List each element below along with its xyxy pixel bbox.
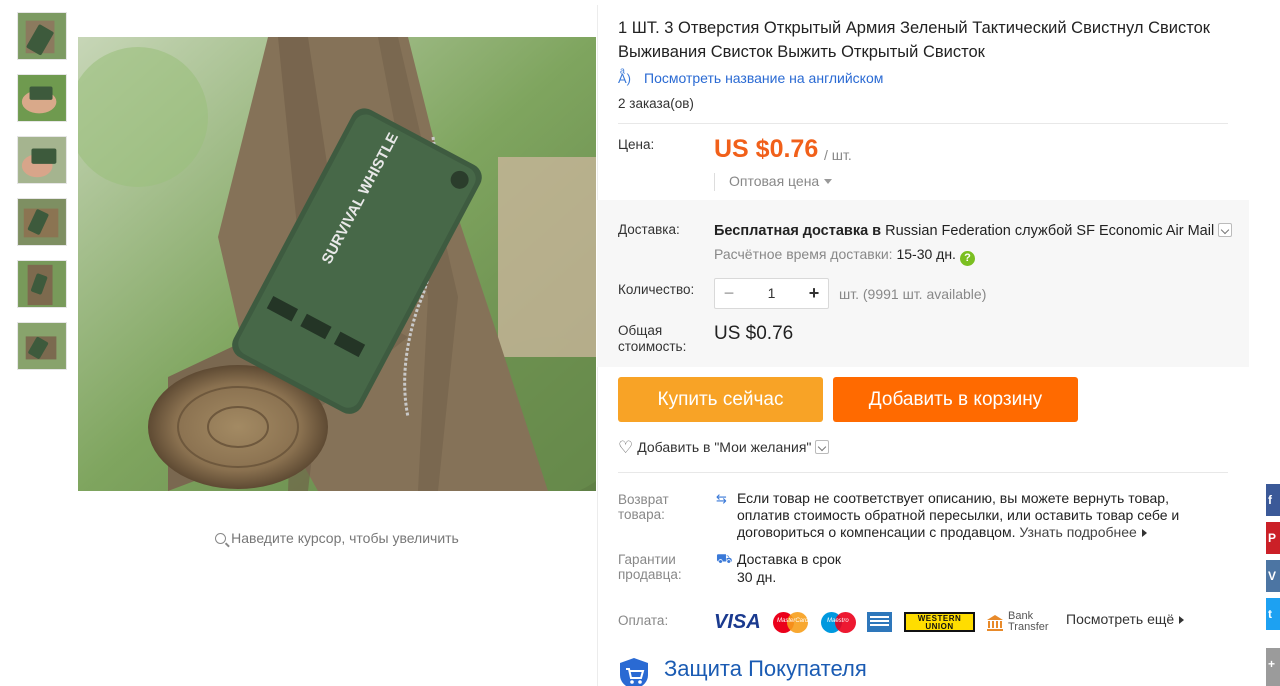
wholesale-label: Оптовая цена	[729, 173, 820, 189]
maestro-text: Maestro	[827, 618, 849, 624]
returns-text: Если товар не соответствует описанию, вы…	[737, 490, 1217, 541]
shipping-carrier: SF Economic Air Mail	[1076, 223, 1215, 239]
whistle-photo: SURVIVAL WHISTLE	[78, 37, 596, 491]
caret-down-icon	[824, 179, 833, 184]
thumbnail-list	[17, 12, 69, 384]
share-more-button[interactable]: +	[1266, 648, 1280, 686]
wholesale-price-dropdown[interactable]: Оптовая цена	[714, 173, 833, 191]
thumbnail[interactable]	[17, 12, 67, 60]
see-more-payment-link[interactable]: Посмотреть ещё	[1066, 611, 1185, 627]
buyer-protection-title[interactable]: Защита Покупателя	[664, 656, 867, 682]
shipping-method[interactable]: Бесплатная доставка в Russian Federation…	[714, 223, 1233, 239]
quantity-available: шт. (9991 шт. available)	[839, 286, 987, 302]
orders-count: 2 заказа(ов)	[618, 96, 694, 111]
total-value: US $0.76	[714, 323, 794, 344]
thumbnail[interactable]	[17, 136, 67, 184]
buy-now-button[interactable]: Купить сейчас	[618, 377, 823, 422]
bank-transfer-icon: Bank Transfer	[986, 610, 1056, 634]
shipping-label: Доставка:	[618, 222, 680, 237]
vk-icon: V	[1268, 569, 1277, 583]
mastercard-icon: MasterCard	[773, 610, 813, 634]
eta-days: 15-30 дн.	[896, 246, 956, 262]
bank-line-2: Transfer	[1008, 621, 1049, 633]
share-pinterest-button[interactable]: P	[1266, 522, 1280, 554]
translate-link[interactable]: Aͣ) Посмотреть название на английском	[618, 70, 883, 86]
share-facebook-button[interactable]: f	[1266, 484, 1280, 516]
shipping-country: Russian Federation	[885, 223, 1011, 239]
amex-icon	[867, 612, 892, 632]
arrow-right-icon	[1141, 529, 1147, 537]
facebook-icon: f	[1268, 493, 1272, 507]
shipping-via: службой	[1014, 223, 1073, 239]
mastercard-text: MasterCard	[777, 618, 809, 624]
add-to-wishlist[interactable]: ♡ Добавить в "Мои желания"	[618, 438, 830, 458]
product-info-panel: 1 ШТ. 3 Отверстия Открытый Армия Зеленый…	[597, 5, 1249, 686]
quantity-increase-button[interactable]: +	[800, 279, 828, 308]
magnifier-icon	[215, 533, 227, 544]
see-more-text[interactable]: Посмотреть ещё	[1066, 611, 1174, 627]
delivery-truck-icon: ⛟	[716, 551, 733, 566]
visa-icon: VISA	[714, 611, 761, 633]
product-title: 1 ШТ. 3 Отверстия Открытый Армия Зеленый…	[618, 19, 1211, 61]
wishlist-dropdown-icon[interactable]	[815, 440, 830, 454]
maestro-icon: Maestro	[821, 610, 861, 634]
thumbnail[interactable]	[17, 322, 67, 370]
price-unit: / шт.	[824, 147, 852, 163]
learn-more-text[interactable]: Узнать подробнее	[1019, 524, 1136, 540]
thumbnail[interactable]	[17, 260, 67, 308]
translate-link-text[interactable]: Посмотреть название на английском	[644, 70, 883, 86]
more-share-icon: +	[1268, 657, 1276, 671]
quantity-decrease-button[interactable]: −	[715, 279, 743, 308]
return-icon: ⇆	[716, 491, 727, 506]
quantity-label: Количество:	[618, 282, 695, 297]
add-to-cart-button[interactable]: Добавить в корзину	[833, 377, 1078, 422]
learn-more-link[interactable]: Узнать подробнее	[1019, 524, 1147, 540]
zoom-hint: Наведите курсор, чтобы увеличить	[78, 530, 596, 546]
pinterest-icon: P	[1268, 531, 1277, 545]
shipping-dropdown-icon[interactable]	[1218, 223, 1233, 237]
quantity-input[interactable]: 1	[743, 279, 800, 308]
arrow-right-icon	[1179, 616, 1185, 624]
product-page: SURVIVAL WHISTLE Наведите курсор, чтобы …	[0, 0, 1280, 686]
twitter-icon: t	[1268, 607, 1272, 621]
payment-label: Оплата:	[618, 613, 669, 628]
price-label: Цена:	[618, 137, 655, 152]
divider	[618, 123, 1228, 124]
western-union-icon: WESTERN UNION	[904, 612, 975, 632]
guarantee-text: Доставка в срок 30 дн.	[737, 550, 841, 586]
thumbnail[interactable]	[17, 198, 67, 246]
guarantee-delivery: Доставка в срок	[737, 551, 842, 567]
guarantee-days: 30 дн.	[737, 569, 777, 585]
share-twitter-button[interactable]: t	[1266, 598, 1280, 630]
eta-label: Расчётное время доставки:	[714, 246, 893, 262]
share-vk-button[interactable]: V	[1266, 560, 1280, 592]
divider	[618, 472, 1228, 473]
thumbnail[interactable]	[17, 74, 67, 122]
main-product-image[interactable]: SURVIVAL WHISTLE	[78, 37, 596, 491]
returns-label: Возврат товара:	[618, 492, 669, 522]
total-label: Общая стоимость:	[618, 323, 687, 354]
free-shipping-text: Бесплатная доставка	[714, 223, 869, 239]
guarantee-label: Гарантии продавца:	[618, 552, 682, 582]
heart-plus-icon: ♡	[618, 438, 634, 457]
wishlist-label[interactable]: Добавить в "Мои желания"	[637, 439, 811, 455]
wu-line-2: UNION	[925, 622, 954, 631]
zoom-hint-text: Наведите курсор, чтобы увеличить	[231, 530, 459, 546]
translate-icon: Aͣ)	[618, 71, 631, 86]
shield-cart-icon	[620, 658, 648, 686]
price-value: US $0.76	[714, 135, 819, 163]
help-icon[interactable]: ?	[959, 251, 975, 266]
quantity-stepper: − 1 +	[714, 278, 829, 309]
delivery-estimate: Расчётное время доставки: 15-30 дн.?	[714, 246, 975, 266]
shipping-in: в	[872, 223, 882, 239]
